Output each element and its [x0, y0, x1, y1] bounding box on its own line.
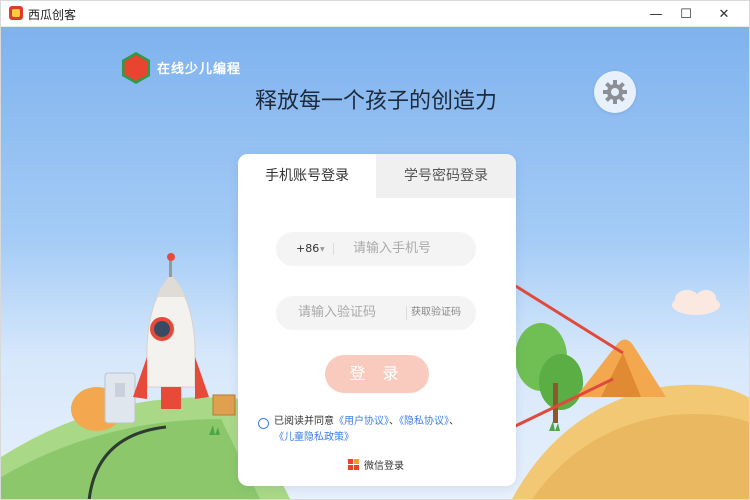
- agreement-checkbox[interactable]: [258, 418, 269, 429]
- wechat-icon: [348, 459, 359, 470]
- child-privacy-link[interactable]: 《儿童隐私政策》: [274, 432, 354, 443]
- agreement-prefix: 已阅读并同意: [274, 416, 334, 427]
- verification-code-field[interactable]: 请输入验证码 获取验证码: [276, 296, 476, 330]
- country-code-select[interactable]: +86: [296, 232, 319, 266]
- brand-name: 在线少儿编程: [157, 62, 242, 77]
- get-code-button[interactable]: 获取验证码: [406, 306, 461, 320]
- user-agreement-link[interactable]: 《用户协议》: [334, 416, 389, 427]
- settings-button[interactable]: [594, 71, 636, 113]
- slogan: 释放每一个孩子的创造力: [254, 89, 497, 114]
- tab-student-id-login[interactable]: 学号密码登录: [376, 154, 516, 198]
- login-card: 手机账号登录 学号密码登录 +86 ▼ 请输入手机号 请输入验证码 获取验证码 …: [238, 154, 516, 486]
- gear-icon: [603, 80, 627, 104]
- agreement-text: 已阅读并同意《用户协议》、《隐私协议》、 《儿童隐私政策》: [274, 414, 508, 446]
- tab-phone-login[interactable]: 手机账号登录: [238, 154, 376, 198]
- privacy-agreement-link[interactable]: 《隐私协议》: [399, 416, 449, 427]
- phone-input[interactable]: 请输入手机号: [353, 232, 431, 266]
- separator: 、: [389, 416, 399, 427]
- cloud-icon: [672, 290, 720, 315]
- login-button[interactable]: 登 录: [325, 355, 429, 393]
- phone-field[interactable]: +86 ▼ 请输入手机号: [276, 232, 476, 266]
- title-bar: 西瓜创客 — ☐ ✕: [1, 1, 749, 27]
- brand-logo: [122, 52, 150, 84]
- rocket-illustration: [133, 253, 209, 409]
- chevron-down-icon: ▼: [320, 246, 325, 253]
- window-title: 西瓜创客: [28, 8, 77, 22]
- code-input[interactable]: 请输入验证码: [298, 296, 376, 330]
- app-window: 西瓜创客 — ☐ ✕ 在线少儿编程 释放每一个孩子的创造力 手机账号登录 学号密…: [0, 0, 750, 500]
- divider: [333, 243, 334, 255]
- maximize-button[interactable]: ☐: [667, 1, 705, 27]
- wechat-login-button[interactable]: 微信登录: [348, 457, 404, 472]
- separator: 、: [449, 416, 459, 427]
- wechat-login-label: 微信登录: [364, 461, 404, 472]
- app-logo-icon: [9, 6, 23, 20]
- main-content: 在线少儿编程 释放每一个孩子的创造力 手机账号登录 学号密码登录 +86 ▼ 请…: [1, 27, 749, 499]
- close-button[interactable]: ✕: [705, 1, 743, 27]
